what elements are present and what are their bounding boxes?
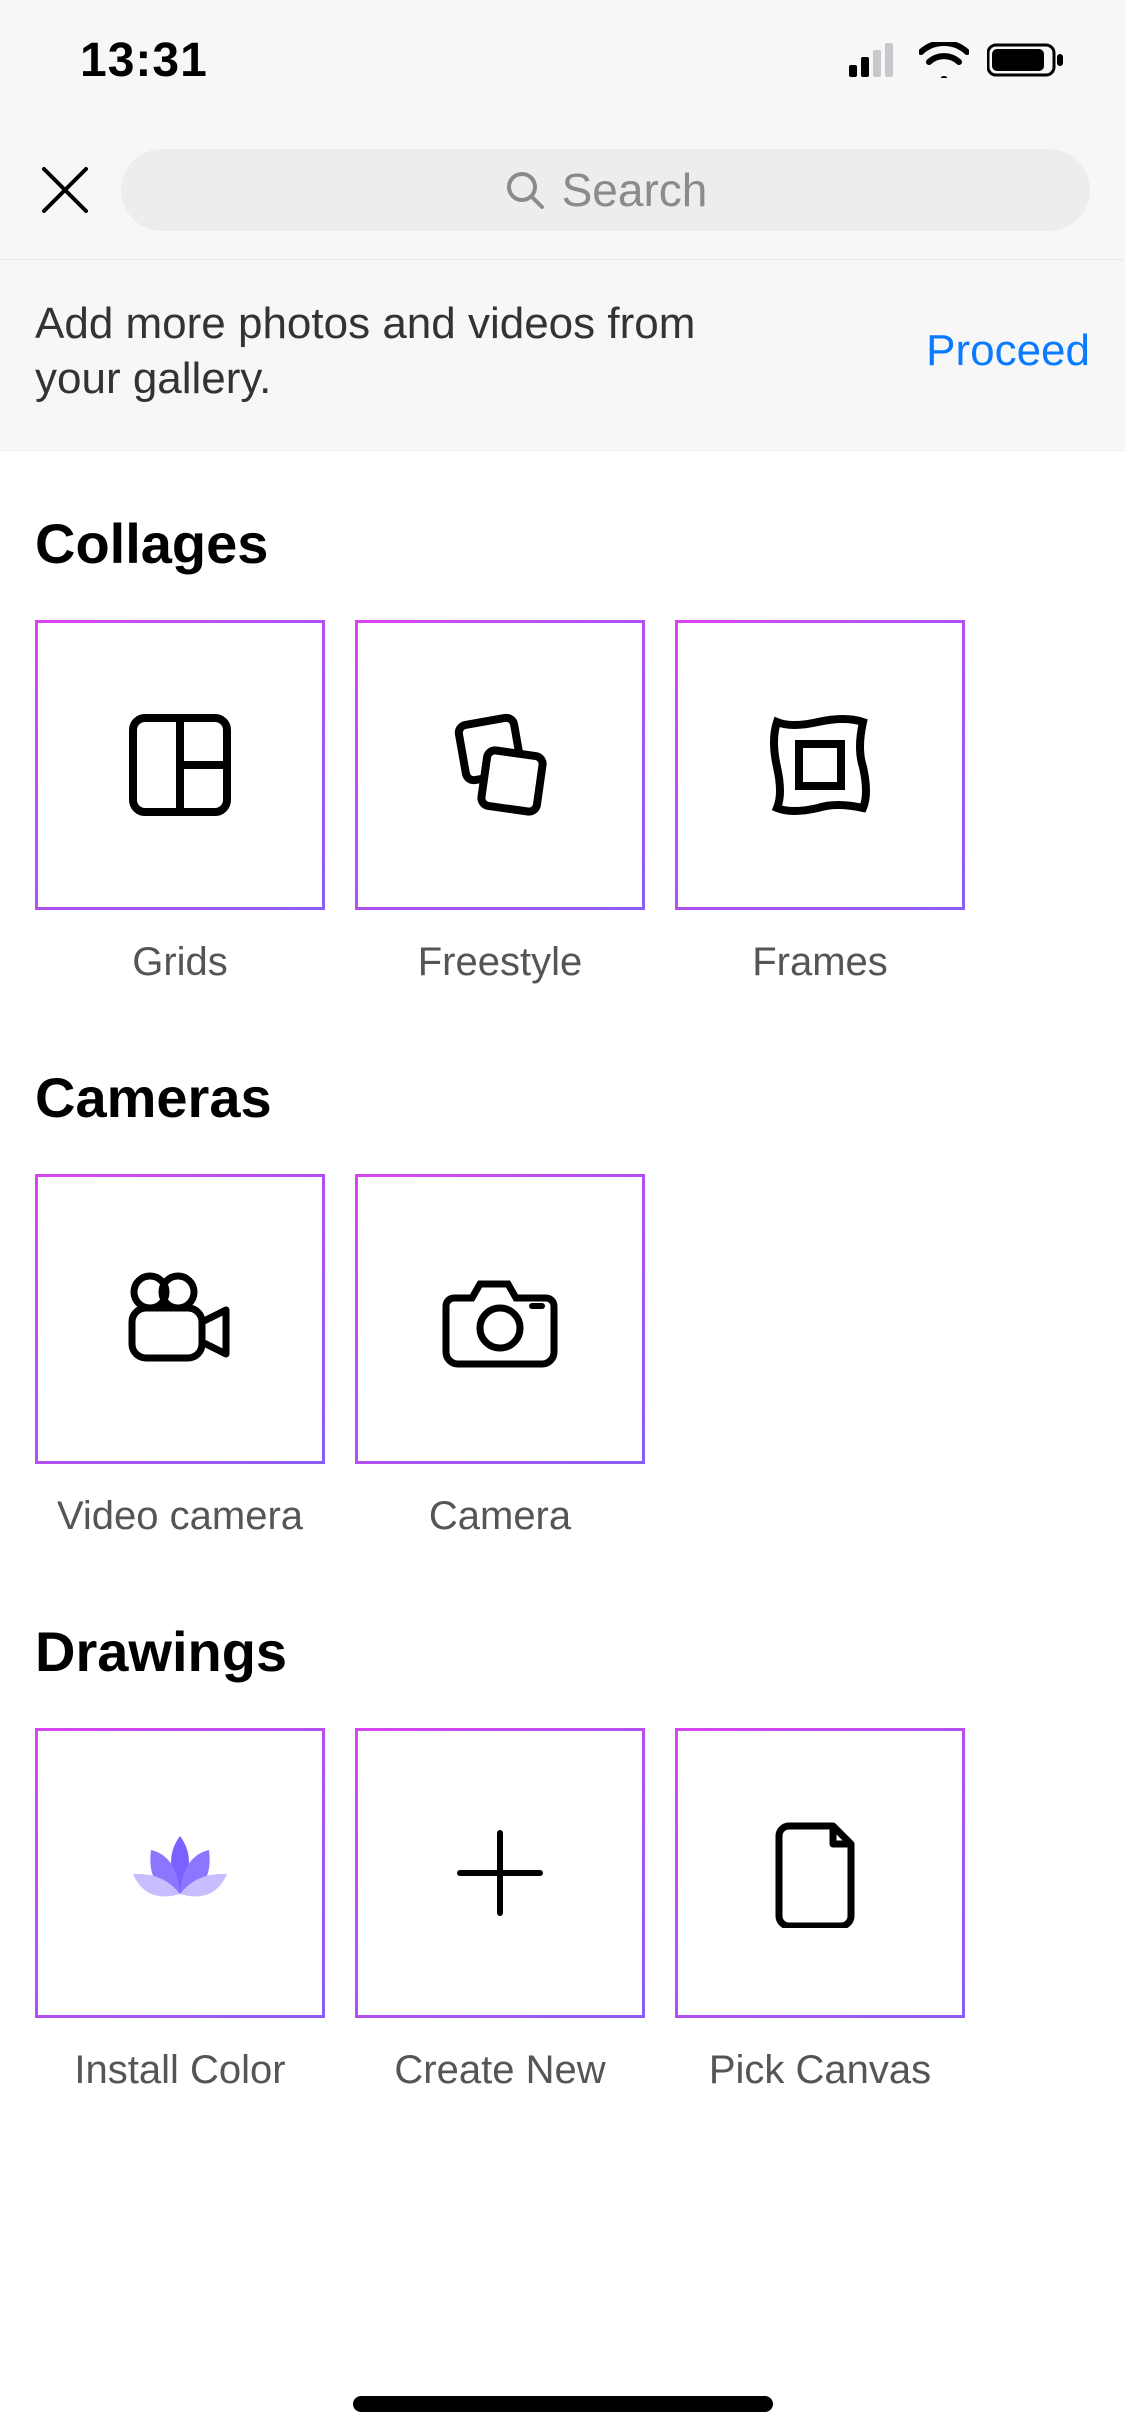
close-button[interactable] [35, 160, 95, 220]
tile-label: Grids [132, 940, 228, 985]
canvas-icon [775, 1818, 865, 1928]
search-input[interactable]: Search [121, 149, 1090, 231]
home-indicator[interactable] [353, 2396, 773, 2412]
tile-label: Frames [752, 940, 888, 985]
tile-video-camera[interactable]: Video camera [35, 1174, 325, 1539]
tile-grids[interactable]: Grids [35, 620, 325, 985]
screen: 13:31 [0, 0, 1125, 2436]
collages-row: Grids Freestyle Frames [35, 620, 1090, 985]
tile-label: Create New [394, 2048, 605, 2093]
cameras-row: Video camera Camera [35, 1174, 1090, 1539]
grids-icon [125, 710, 235, 820]
wifi-icon [919, 42, 969, 78]
tile-create-new[interactable]: Create New [355, 1728, 645, 2093]
tile-frames[interactable]: Frames [675, 620, 965, 985]
video-camera-icon [120, 1264, 240, 1374]
drawings-row: Install Color Create New [35, 1728, 1090, 2093]
status-time: 13:31 [80, 33, 208, 88]
tile-pick-canvas[interactable]: Pick Canvas [675, 1728, 965, 2093]
camera-icon [440, 1264, 560, 1374]
tile-label: Install Color [74, 2048, 285, 2093]
frames-icon [765, 710, 875, 820]
status-right [849, 42, 1065, 78]
search-placeholder: Search [562, 163, 708, 217]
tile-pick-canvas-card [675, 1728, 965, 2018]
proceed-button[interactable]: Proceed [926, 326, 1090, 376]
banner: Add more photos and videos from your gal… [0, 260, 1125, 451]
tile-label: Pick Canvas [709, 2048, 931, 2093]
tile-install-color-card [35, 1728, 325, 2018]
battery-icon [987, 42, 1065, 78]
tile-install-color[interactable]: Install Color [35, 1728, 325, 2093]
section-title-collages: Collages [35, 511, 1090, 576]
cellular-icon [849, 43, 901, 77]
status-bar: 13:31 [0, 0, 1125, 120]
tile-camera[interactable]: Camera [355, 1174, 645, 1539]
tile-label: Camera [429, 1494, 571, 1539]
content: Collages Grids [0, 451, 1125, 2093]
tile-freestyle-card [355, 620, 645, 910]
tile-label: Freestyle [418, 940, 583, 985]
top-row: Search [0, 120, 1125, 260]
tile-frames-card [675, 620, 965, 910]
tile-camera-card [355, 1174, 645, 1464]
banner-text: Add more photos and videos from your gal… [35, 296, 775, 406]
lotus-icon [115, 1818, 245, 1928]
tile-freestyle[interactable]: Freestyle [355, 620, 645, 985]
plus-icon [450, 1823, 550, 1923]
tile-create-new-card [355, 1728, 645, 2018]
close-icon [38, 163, 92, 217]
section-title-cameras: Cameras [35, 1065, 1090, 1130]
search-icon [504, 169, 546, 211]
tile-video-camera-card [35, 1174, 325, 1464]
freestyle-icon [440, 705, 560, 825]
tile-label: Video camera [57, 1494, 303, 1539]
tile-grids-card [35, 620, 325, 910]
section-title-drawings: Drawings [35, 1619, 1090, 1684]
